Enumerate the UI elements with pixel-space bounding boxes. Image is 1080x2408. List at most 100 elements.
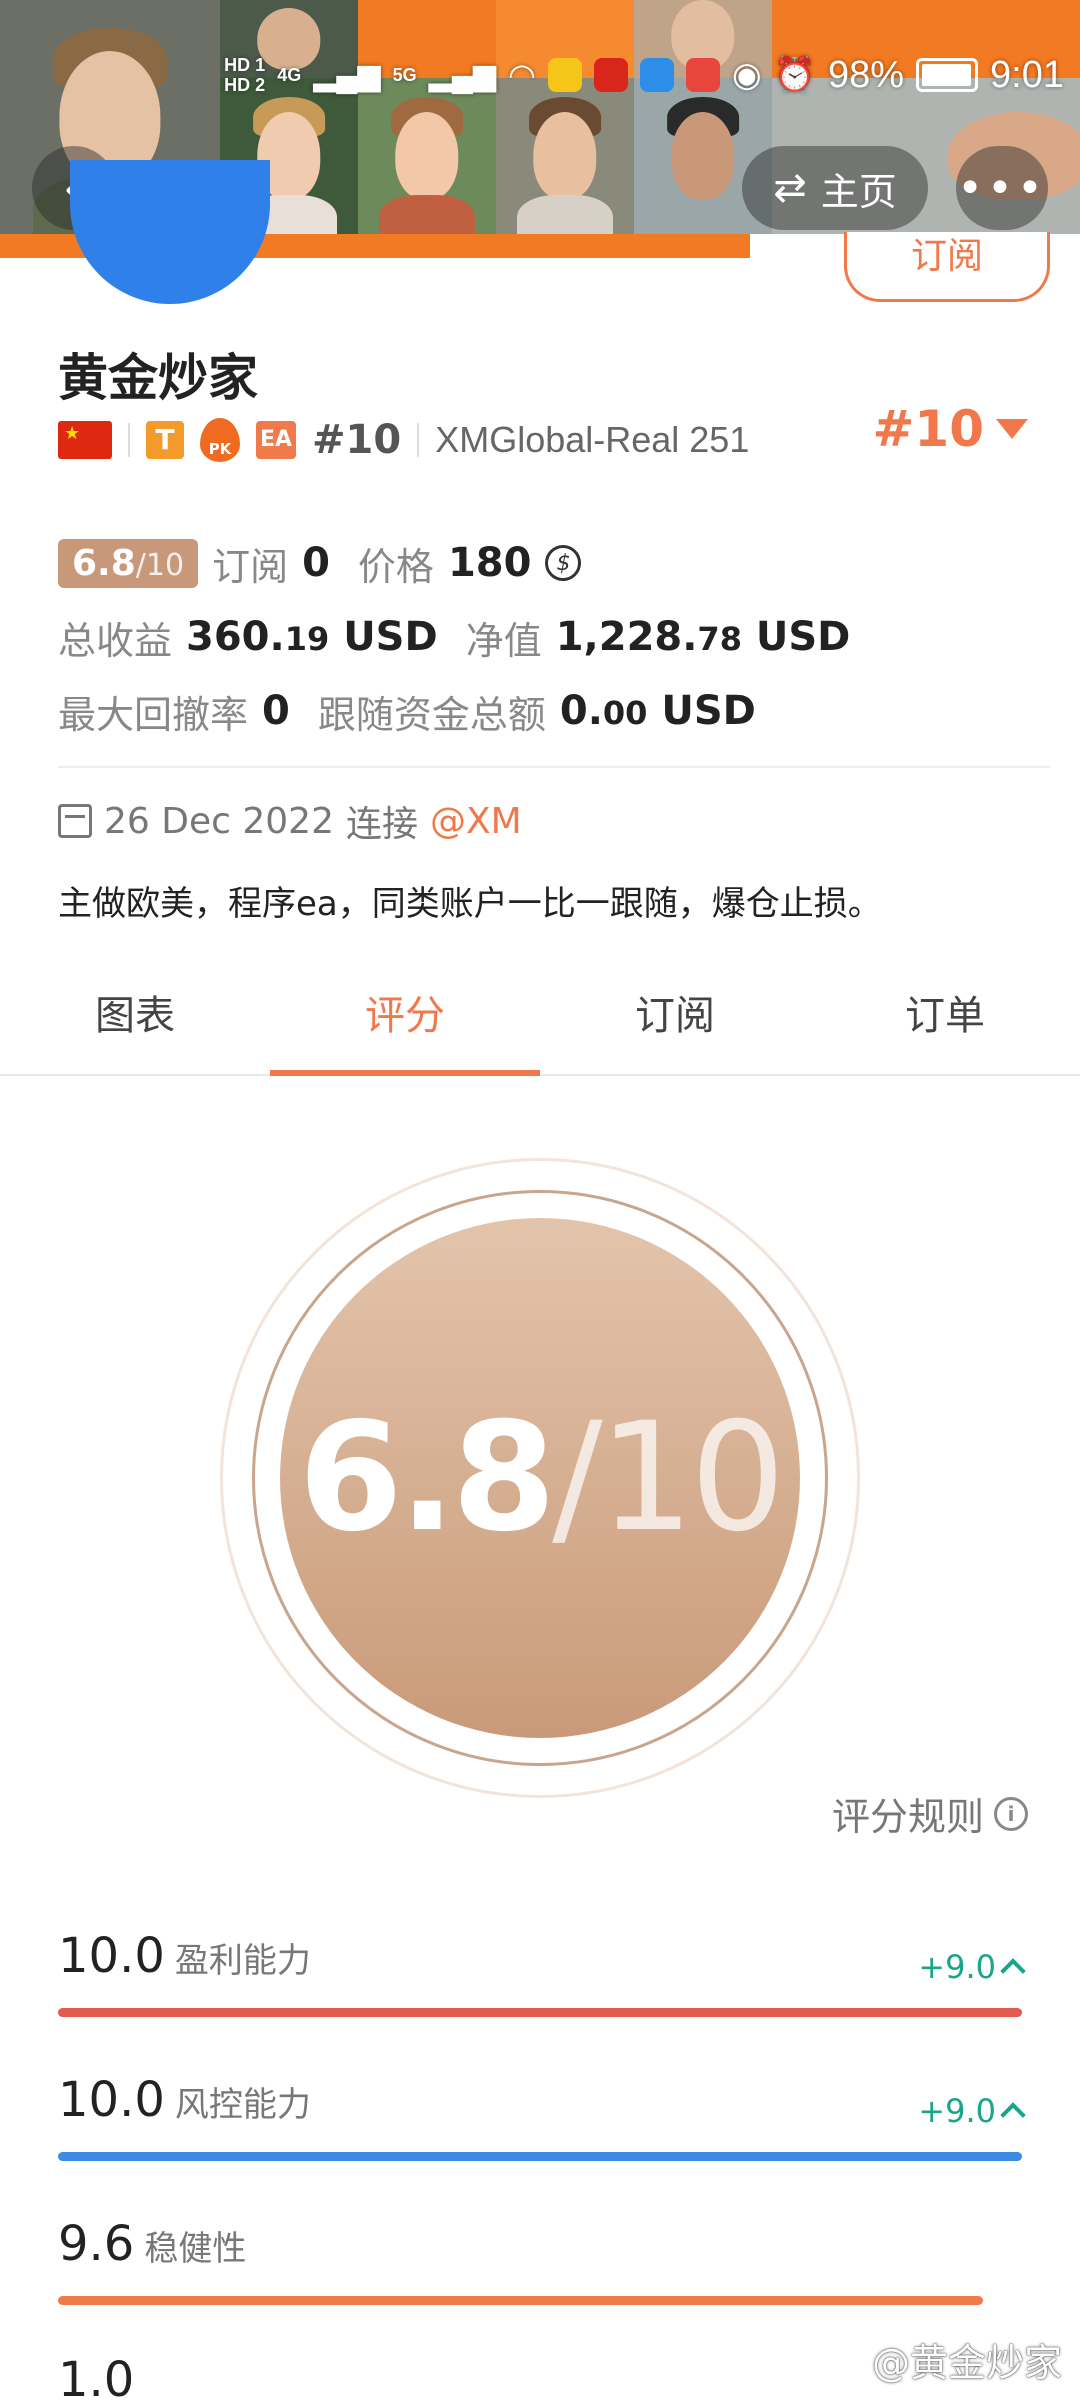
- rank-dropdown[interactable]: #10: [873, 400, 1028, 458]
- metric-partial-score: 1.0: [58, 2352, 135, 2408]
- watermark: @黄金炒家: [871, 2341, 1062, 2385]
- rank-big-label: #10: [872, 400, 984, 458]
- tab-orders[interactable]: 订单: [810, 950, 1080, 1074]
- subscribe-count-value: 0: [302, 540, 330, 586]
- more-dots-icon: •••: [957, 162, 1047, 214]
- hd2-label: HD 2: [224, 75, 266, 95]
- network-5g-label: 5G: [392, 65, 417, 85]
- strategy-description: 主做欧美，程序ea，同类账户一比一跟随，爆仓止损。: [58, 884, 882, 924]
- tab-subscribe[interactable]: 订阅: [540, 950, 810, 1074]
- badge-pk-icon[interactable]: PK: [200, 418, 240, 462]
- calendar-icon: [58, 804, 92, 838]
- total-profit-label: 总收益: [58, 618, 173, 663]
- metric-score: 10.0: [58, 2072, 165, 2128]
- score-pill: 6.8/10: [58, 538, 199, 588]
- equity-unit: USD: [755, 614, 851, 660]
- follow-total-dec: 00: [602, 694, 648, 732]
- coin-icon: $: [545, 545, 582, 581]
- eye-icon: ◉: [731, 56, 762, 94]
- badge-t-icon[interactable]: T: [146, 421, 184, 459]
- metric-risk-control: 10.0 风控能力 +9.0: [58, 2072, 1026, 2161]
- caret-down-icon: [996, 419, 1028, 439]
- info-icon: i: [994, 1796, 1028, 1831]
- more-options-button[interactable]: •••: [956, 146, 1048, 230]
- status-bar: HD 1 HD 2 4G ▂▄▆ 5G ▂▄▆ ◠ ◉ ⏰ 98% 9:01: [224, 40, 1064, 110]
- alarm-icon: ⏰: [773, 56, 816, 94]
- signal-icon: ▂▄▆: [313, 58, 381, 92]
- metric-label: 风控能力: [174, 2085, 311, 2125]
- max-drawdown-value: 0: [262, 688, 290, 734]
- price-label: 价格: [357, 544, 434, 589]
- connect-row: 26 Dec 2022 连接 @XM: [58, 796, 522, 846]
- rating-rules-label: 评分规则: [831, 1795, 984, 1839]
- wifi-icon: ◠: [508, 57, 536, 93]
- subscribe-button-label: 订阅: [910, 236, 983, 277]
- metric-label: 盈利能力: [174, 1941, 311, 1981]
- subscribe-count-label: 订阅: [212, 544, 289, 589]
- metric-delta-value: +9.0: [918, 2092, 996, 2130]
- connect-date: 26 Dec 2022: [104, 800, 334, 842]
- reddit-app-icon: [685, 58, 720, 92]
- tab-bar: 图表 评分 订阅 订单: [0, 950, 1080, 1076]
- broker-link[interactable]: @XM: [430, 801, 522, 842]
- trader-name: 黄金炒家: [58, 349, 258, 407]
- metric-bar: [58, 2152, 1022, 2161]
- badge-row: T PK EA #10 XMGlobal-Real 251: [58, 410, 749, 470]
- follow-total-int: 0.: [559, 688, 603, 734]
- arrow-up-icon: [1000, 1958, 1026, 1984]
- subscribe-button[interactable]: 订阅: [844, 232, 1050, 302]
- home-label: 主页: [820, 169, 897, 214]
- metric-score: 9.6: [58, 2216, 135, 2272]
- badge-ea-icon[interactable]: EA: [256, 421, 296, 459]
- metric-bar: [58, 2008, 1022, 2017]
- weibo-app-icon: [547, 58, 582, 92]
- equity-dec: 78: [697, 620, 742, 658]
- metric-delta: +9.0: [918, 2092, 1026, 2130]
- stats-block: 6.8/10 订阅 0 价格 180 $ 总收益 360.19 USD 净值 1…: [58, 526, 850, 748]
- total-profit-unit: USD: [343, 614, 438, 660]
- home-button[interactable]: ⇄ 主页: [742, 146, 928, 230]
- metric-bar: [58, 2296, 984, 2305]
- total-profit-int: 360.: [186, 614, 285, 660]
- total-profit-dec: 19: [284, 620, 330, 658]
- hd1-label: HD 1: [224, 55, 266, 75]
- badge-pk-label: PK: [208, 440, 232, 458]
- divider: [417, 423, 420, 457]
- battery-icon: [916, 58, 979, 92]
- arrow-up-icon: [1000, 2102, 1026, 2128]
- follow-total-unit: USD: [661, 688, 756, 734]
- max-drawdown-label: 最大回撤率: [58, 692, 249, 737]
- battery-percent: 98%: [827, 53, 905, 96]
- equity-int: 1,228.: [555, 614, 698, 660]
- metric-profitability: 10.0 盈利能力 +9.0: [58, 1928, 1026, 2017]
- stats-row-2: 总收益 360.19 USD 净值 1,228.78 USD: [58, 600, 850, 674]
- follow-total-value: 0.00 USD: [560, 688, 756, 734]
- equity-label: 净值: [465, 618, 542, 663]
- score-disk: 6.8/10: [280, 1218, 800, 1738]
- equity-value: 1,228.78 USD: [556, 614, 851, 660]
- metric-score: 10.0: [58, 1928, 165, 1984]
- switch-arrows-icon: ⇄: [773, 165, 807, 211]
- hd-indicators: HD 1 HD 2: [224, 55, 265, 95]
- score-out-of: /10: [552, 1391, 785, 1565]
- signal-icon-2: ▂▄▆: [428, 58, 497, 92]
- metric-delta: +9.0: [918, 1948, 1026, 1986]
- browser-app-icon: [639, 58, 674, 92]
- avatar[interactable]: [70, 160, 270, 304]
- rank-label: #10: [312, 417, 402, 463]
- tab-chart[interactable]: 图表: [0, 950, 270, 1074]
- metric-delta-value: +9.0: [918, 1948, 996, 1986]
- score-value: 6.8: [298, 1391, 556, 1565]
- score-pill-value: 6.8: [72, 542, 136, 584]
- divider: [58, 766, 1050, 768]
- follow-total-label: 跟随资金总额: [317, 692, 546, 737]
- total-profit-value: 360.19 USD: [186, 614, 438, 660]
- score-display: 6.8/10: [298, 1391, 785, 1565]
- stats-row-3: 最大回撤率 0 跟随资金总额 0.00 USD: [58, 674, 850, 748]
- network-4g-label: 4G: [277, 65, 302, 85]
- metric-label: 稳健性: [144, 2229, 247, 2269]
- tab-rating[interactable]: 评分: [270, 950, 540, 1076]
- china-flag-icon: [58, 421, 112, 459]
- clock-time: 9:01: [990, 53, 1064, 96]
- rating-rules-link[interactable]: 评分规则 i: [832, 1786, 1028, 1841]
